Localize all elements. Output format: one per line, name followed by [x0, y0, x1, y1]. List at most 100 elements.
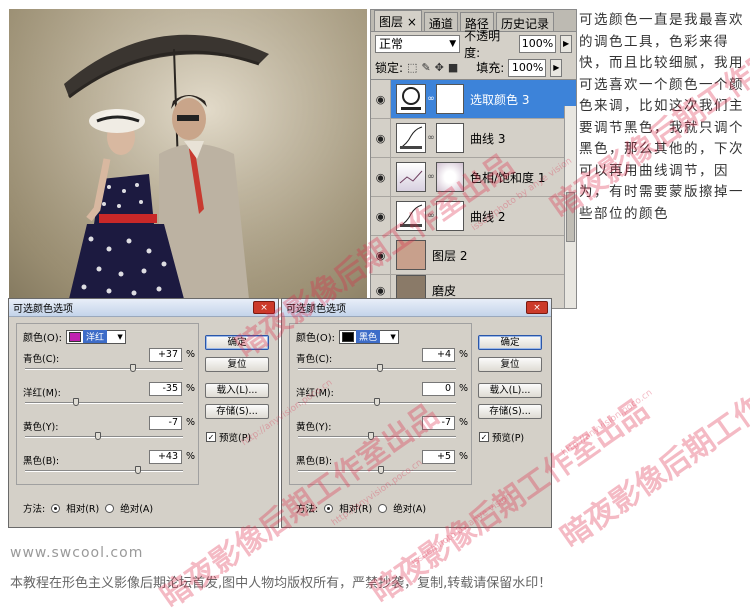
param-value-input[interactable]: -35	[149, 382, 182, 396]
tab-channels-label: 通道	[428, 17, 453, 31]
layer-name: 图层 2	[432, 248, 468, 263]
param-slider-track[interactable]	[25, 402, 183, 404]
param-slider-knob[interactable]	[95, 432, 102, 440]
param-label: 黑色(B):	[296, 456, 333, 467]
close-icon[interactable]: ×	[526, 301, 548, 314]
layer-row-curves-3[interactable]: ◉ ∞ 曲线 3	[371, 119, 576, 158]
save-button[interactable]: 存储(S)...	[205, 404, 269, 419]
eye-icon[interactable]: ◉	[371, 197, 391, 235]
layer-mask-thumbnail[interactable]	[436, 123, 464, 153]
param-value-input[interactable]: +5	[422, 450, 455, 464]
reset-button[interactable]: 复位	[205, 357, 269, 372]
tab-close-icon[interactable]: ×	[407, 15, 417, 29]
param-value-input[interactable]: 0	[422, 382, 455, 396]
param-value-input[interactable]: +4	[422, 348, 455, 362]
preview-checkbox[interactable]: ✓	[206, 432, 216, 442]
percent-unit: %	[186, 451, 196, 462]
param-slider-knob[interactable]	[134, 466, 141, 474]
site-url: www.swcool.com	[10, 545, 144, 561]
layer-thumbnail	[396, 240, 426, 270]
param-slider-track[interactable]	[25, 436, 183, 438]
save-button[interactable]: 存储(S)...	[478, 404, 542, 419]
chain-link-icon[interactable]: ∞	[426, 94, 436, 104]
layer-row-selective-color-3[interactable]: ◉ ∞ 选取颜色 3	[371, 80, 576, 119]
eye-icon[interactable]: ◉	[371, 236, 391, 274]
layer-row-hue-saturation-1[interactable]: ◉ ∞ 色相/饱和度 1	[371, 158, 576, 197]
dropdown-arrow-icon: ▼	[390, 332, 396, 341]
preview-option[interactable]: ✓ 预览(P)	[479, 430, 524, 444]
param-slider-track[interactable]	[298, 436, 456, 438]
fill-slider-toggle-icon[interactable]: ▶	[550, 58, 563, 77]
tab-layers[interactable]: 图层 ×	[374, 10, 422, 31]
fill-input[interactable]: 100%	[508, 58, 547, 77]
param-slider-knob[interactable]	[368, 432, 375, 440]
percent-unit: %	[186, 383, 196, 394]
color-swatch	[69, 331, 82, 342]
param-value-input[interactable]: -7	[422, 416, 455, 430]
method-label: 方法:	[296, 504, 319, 515]
ok-button[interactable]: 确定	[205, 335, 269, 350]
eye-icon[interactable]: ◉	[371, 158, 391, 196]
chain-link-icon[interactable]: ∞	[426, 133, 436, 143]
load-button[interactable]: 载入(L)...	[205, 383, 269, 398]
fill-label: 填充:	[476, 61, 505, 75]
couple-under-umbrella-image	[9, 9, 367, 299]
absolute-radio[interactable]	[105, 503, 115, 513]
reset-button[interactable]: 复位	[478, 357, 542, 372]
param-slider-knob[interactable]	[377, 466, 384, 474]
lock-label: 锁定:	[375, 61, 404, 75]
studio-watermark: 暗夜影像后期工作室出品	[554, 337, 750, 556]
lock-move-icon[interactable]: ✥	[435, 61, 444, 74]
blend-opacity-row: 正常 ▼ 不透明度: 100% ▶	[371, 29, 576, 60]
layer-name: 选取颜色 3	[470, 92, 530, 107]
param-slider-knob[interactable]	[130, 364, 137, 372]
param-slider-track[interactable]	[25, 470, 183, 472]
chain-link-icon[interactable]: ∞	[426, 211, 436, 221]
layer-mask-thumbnail[interactable]	[436, 201, 464, 231]
load-button[interactable]: 载入(L)...	[478, 383, 542, 398]
param-row: 黄色(Y): -7%	[296, 416, 468, 449]
percent-unit: %	[186, 417, 196, 428]
ok-button[interactable]: 确定	[478, 335, 542, 350]
chain-link-icon[interactable]: ∞	[426, 172, 436, 182]
opacity-slider-toggle-icon[interactable]: ▶	[560, 35, 572, 53]
param-value-input[interactable]: -7	[149, 416, 182, 430]
relative-radio[interactable]	[324, 503, 334, 513]
preview-option[interactable]: ✓ 预览(P)	[206, 430, 251, 444]
param-row: 洋红(M): -35%	[23, 382, 196, 415]
blend-mode-value: 正常	[379, 37, 404, 51]
opacity-label: 不透明度:	[464, 29, 501, 60]
dialog-titlebar[interactable]: 可选颜色选项	[9, 299, 278, 317]
lock-brush-icon[interactable]: ✎	[421, 61, 430, 74]
param-label: 青色(C):	[296, 354, 333, 365]
opacity-input[interactable]: 100%	[519, 35, 557, 53]
color-select[interactable]: 黑色 ▼	[339, 329, 400, 344]
param-slider-knob[interactable]	[73, 398, 80, 406]
eye-icon[interactable]: ◉	[371, 80, 391, 118]
tab-channels[interactable]: 通道	[423, 12, 458, 31]
layer-mask-thumbnail[interactable]	[436, 162, 464, 192]
absolute-radio[interactable]	[378, 503, 388, 513]
lock-all-icon[interactable]: ■	[448, 61, 458, 74]
lock-transparent-icon[interactable]: ⬚	[407, 61, 417, 74]
param-value-input[interactable]: +43	[149, 450, 182, 464]
param-value-input[interactable]: +37	[149, 348, 182, 362]
param-slider-knob[interactable]	[374, 398, 380, 406]
relative-radio[interactable]	[51, 503, 61, 513]
layer-mask-thumbnail[interactable]	[436, 84, 464, 114]
param-row: 青色(C): +4%	[296, 348, 469, 381]
preview-checkbox[interactable]: ✓	[479, 432, 489, 442]
layer-row-curves-2[interactable]: ◉ ∞ 曲线 2	[371, 197, 576, 236]
percent-unit: %	[459, 349, 469, 360]
param-slider-track[interactable]	[25, 368, 183, 370]
layer-row-layer-2[interactable]: ◉ 图层 2	[371, 236, 576, 275]
close-icon[interactable]: ×	[253, 301, 275, 314]
tab-layers-label: 图层	[379, 15, 404, 29]
blend-mode-select[interactable]: 正常 ▼	[375, 35, 461, 53]
dialog-titlebar[interactable]: 可选颜色选项	[282, 299, 551, 317]
color-select[interactable]: 洋红 ▼	[66, 329, 127, 344]
eye-icon[interactable]: ◉	[371, 119, 391, 157]
param-slider-knob[interactable]	[377, 364, 384, 372]
scrollbar-thumb[interactable]	[566, 192, 575, 242]
layers-scrollbar[interactable]	[564, 106, 576, 308]
